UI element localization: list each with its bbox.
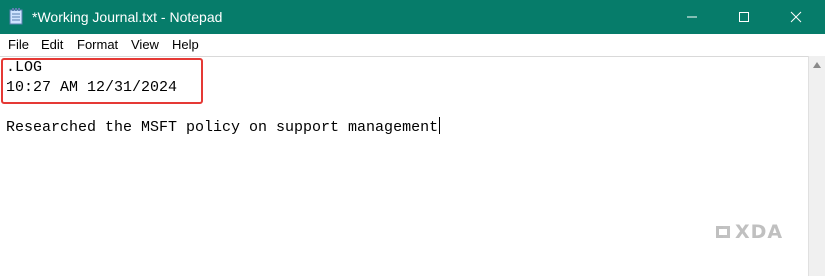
chevron-up-icon	[813, 61, 821, 68]
maximize-button[interactable]	[721, 0, 767, 34]
editor-line-entry: Researched the MSFT policy on support ma…	[6, 117, 441, 137]
editor-line-entry-text: Researched the MSFT policy on support ma…	[6, 119, 439, 136]
scroll-up-button[interactable]	[809, 56, 825, 73]
menu-help[interactable]: Help	[172, 37, 199, 53]
window-title: *Working Journal.txt - Notepad	[32, 9, 223, 25]
menu-file[interactable]: File	[8, 37, 29, 53]
title-bar[interactable]: *Working Journal.txt - Notepad	[0, 0, 825, 34]
notepad-icon	[9, 8, 23, 25]
vertical-scrollbar[interactable]	[808, 56, 825, 276]
close-icon	[790, 11, 802, 23]
maximize-icon	[739, 12, 749, 22]
close-button[interactable]	[773, 0, 819, 34]
watermark-text: XDA	[735, 221, 784, 243]
menu-edit[interactable]: Edit	[41, 37, 63, 53]
text-caret	[439, 117, 441, 134]
menu-view[interactable]: View	[131, 37, 159, 53]
menu-bar: File Edit Format View Help	[0, 34, 825, 56]
annotation-highlight-box	[1, 58, 203, 104]
minimize-icon	[687, 16, 697, 18]
xda-watermark: XDA	[714, 220, 796, 244]
xda-logo-icon	[716, 226, 730, 238]
minimize-button[interactable]	[669, 0, 715, 34]
menu-format[interactable]: Format	[77, 37, 118, 53]
